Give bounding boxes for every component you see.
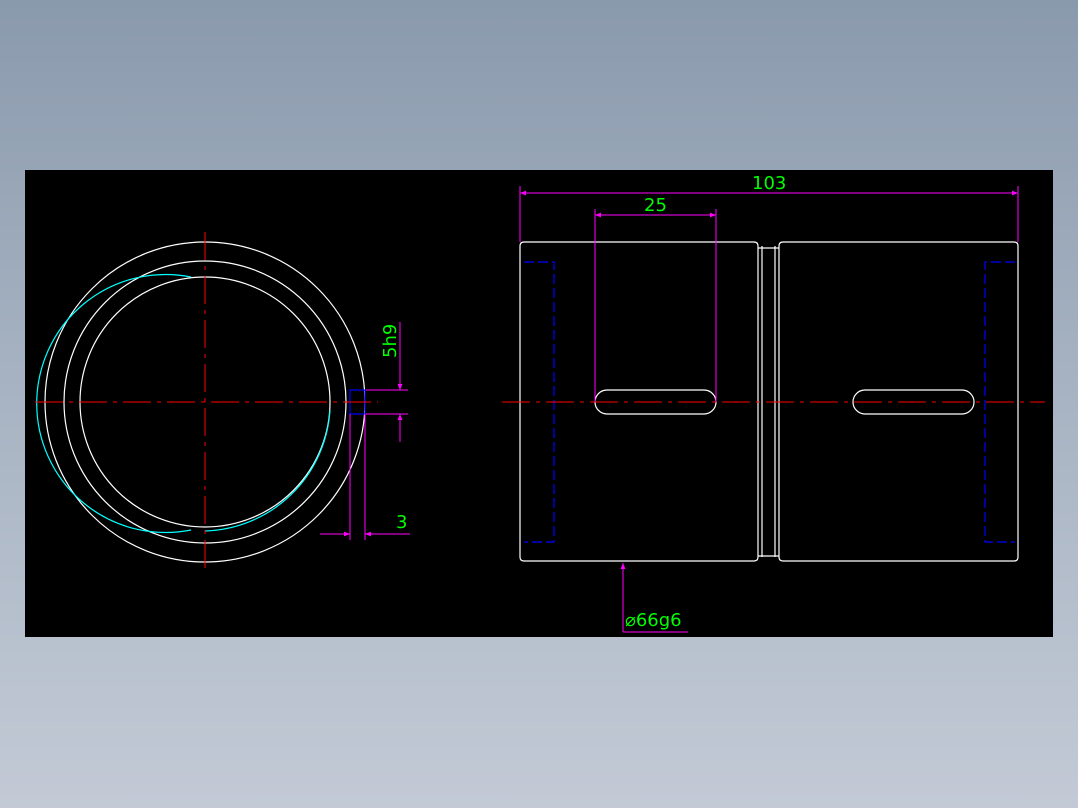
diameter-label: ⌀66g6 [625,610,682,631]
keyway-width-label: 5h9 [380,324,401,358]
slot-length-label: 25 [644,195,667,216]
keyway-depth-label: 3 [396,512,407,533]
end-view: 5h9 3 [35,232,410,572]
technical-drawing: 5h9 3 103 25 ⌀66g6 [35,173,1045,633]
overall-length-label: 103 [752,173,786,194]
thread-arc [36,273,192,534]
side-view: 103 25 ⌀66g6 [502,173,1045,633]
thread-arc-lower [204,409,331,532]
